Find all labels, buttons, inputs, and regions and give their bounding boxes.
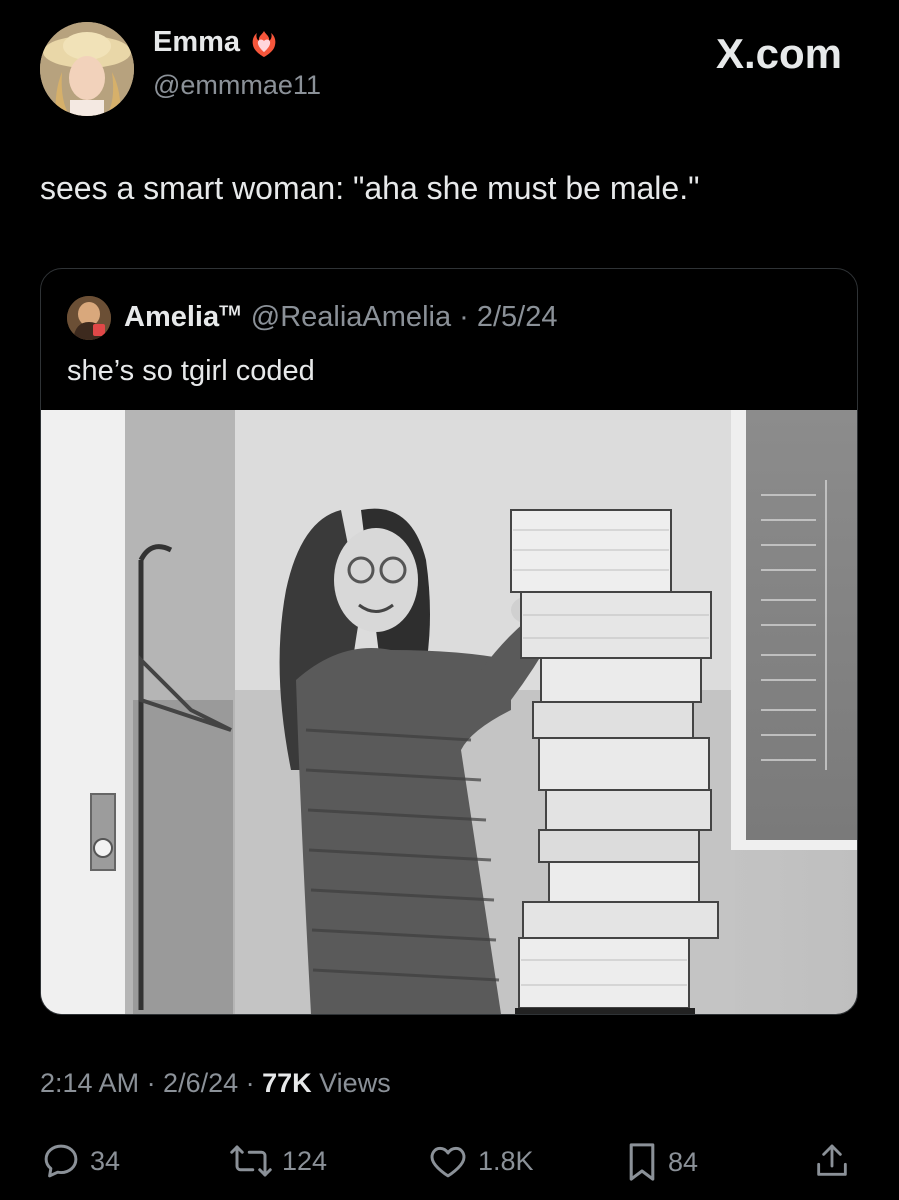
- reply-button[interactable]: 34: [40, 1140, 120, 1182]
- brand-watermark: X.com: [715, 30, 842, 77]
- quote-text: she’s so tgirl coded: [67, 355, 315, 387]
- bookmark-icon: [629, 1143, 655, 1181]
- quote-photo[interactable]: [41, 410, 857, 1014]
- avatar-image: [40, 22, 134, 116]
- quote-header: AmeliaTM @RealiaAmelia · 2/5/24: [124, 301, 557, 334]
- views-label: Views: [311, 1068, 391, 1098]
- share-icon: [817, 1144, 847, 1176]
- like-button[interactable]: 1.8K: [426, 1140, 534, 1182]
- author-avatar[interactable]: [40, 22, 134, 116]
- bookmark-count: 84: [668, 1146, 699, 1177]
- reply-count: 34: [90, 1145, 121, 1176]
- quote-author-name[interactable]: AmeliaTM: [124, 301, 241, 334]
- repost-button[interactable]: 124: [228, 1140, 327, 1182]
- heart-icon: [430, 1146, 466, 1178]
- action-bar: 34 124 1.8K 84: [40, 1140, 860, 1184]
- heart-on-fire-icon: [252, 30, 276, 57]
- share-button[interactable]: [812, 1140, 852, 1182]
- author-name-row[interactable]: Emma: [153, 26, 280, 59]
- quoted-tweet-card[interactable]: AmeliaTM @RealiaAmelia · 2/5/24 she’s so…: [40, 268, 858, 1015]
- views-count: 77K: [262, 1068, 312, 1098]
- tweet-timestamp[interactable]: 2:14 AM · 2/6/24 · 77K Views: [40, 1068, 391, 1099]
- repost-icon: [230, 1145, 272, 1177]
- quote-author-meta: @RealiaAmelia · 2/5/24: [250, 301, 558, 333]
- quote-author-avatar[interactable]: [67, 296, 111, 340]
- tweet-text: sees a smart woman: "aha she must be mal…: [40, 170, 700, 206]
- repost-count: 124: [282, 1145, 328, 1176]
- like-count: 1.8K: [478, 1145, 534, 1176]
- trademark-mark: TM: [219, 302, 241, 320]
- bookmark-button[interactable]: 84: [624, 1140, 698, 1184]
- author-name[interactable]: Emma: [153, 26, 240, 59]
- reply-icon: [44, 1144, 78, 1178]
- quote-avatar-image: [67, 296, 111, 340]
- author-handle[interactable]: @emmmae11: [153, 70, 321, 101]
